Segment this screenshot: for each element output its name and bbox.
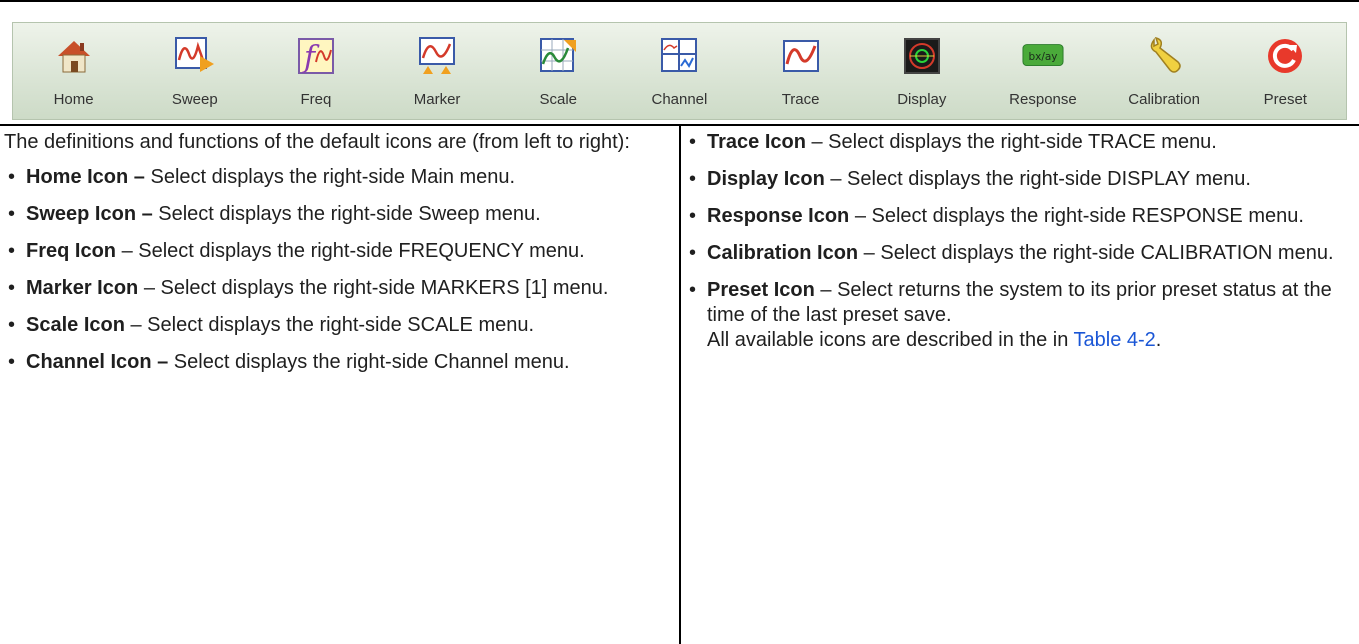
description: – Select displays the right-side RESPONS… <box>849 205 1304 227</box>
bullet: • <box>689 168 697 190</box>
term: Channel Icon – <box>26 351 169 373</box>
sweep-icon <box>174 35 216 77</box>
scale-button[interactable]: Scale <box>513 23 603 119</box>
display-icon <box>901 35 943 77</box>
bullet: • <box>8 314 16 336</box>
channel-icon <box>658 35 700 77</box>
term: Sweep Icon – <box>26 203 153 225</box>
sweep-label: Sweep <box>171 91 218 108</box>
channel-label: Channel <box>651 91 708 108</box>
icon-toolbar: Home Sweep f Freq Marker Scale Channel T… <box>12 22 1347 120</box>
column-divider <box>679 126 681 644</box>
bullet: • <box>8 166 16 188</box>
list-item: • Marker Icon – Select displays the right… <box>4 276 672 301</box>
display-label: Display <box>897 91 947 108</box>
calibration-icon <box>1143 35 1185 77</box>
display-button[interactable]: Display <box>877 23 967 119</box>
table-4-2-link[interactable]: Table 4-2 <box>1074 329 1156 351</box>
term: Display Icon <box>707 168 825 190</box>
bullet: • <box>8 351 16 373</box>
response-icon: bx/ay <box>1022 35 1064 77</box>
term: Trace Icon <box>707 131 806 153</box>
marker-label: Marker <box>413 91 461 108</box>
term: Scale Icon <box>26 314 125 336</box>
list-item: • Freq Icon – Select displays the right-s… <box>4 239 672 264</box>
term: Freq Icon <box>26 240 117 262</box>
list-item: • Home Icon – Select displays the right-s… <box>4 165 672 190</box>
marker-button[interactable]: Marker <box>392 23 482 119</box>
calibration-label: Calibration <box>1128 91 1200 108</box>
description: Select displays the right-side Main menu… <box>144 166 516 188</box>
bullet: • <box>8 277 16 299</box>
term: Marker Icon <box>26 277 139 299</box>
intro-text: The definitions and functions of the def… <box>4 131 630 153</box>
description: Select displays the right-side Sweep men… <box>152 203 541 225</box>
description: Select displays the right-side Channel m… <box>168 351 570 373</box>
preset-icon <box>1264 35 1306 77</box>
description: – Select displays the right-side TRACE m… <box>805 131 1217 153</box>
response-label: Response <box>1009 91 1077 108</box>
channel-button[interactable]: Channel <box>634 23 724 119</box>
trace-icon <box>780 35 822 77</box>
top-rule <box>0 0 1359 2</box>
right-column: • Trace Icon – Select displays the right-… <box>683 130 1355 353</box>
freq-button[interactable]: f Freq <box>271 23 361 119</box>
list-item: • Sweep Icon – Select displays the right-… <box>4 202 672 227</box>
list-item: • Preset Icon – Select returns the system… <box>683 278 1355 353</box>
home-icon <box>53 35 95 77</box>
trace-button[interactable]: Trace <box>756 23 846 119</box>
calibration-button[interactable]: Calibration <box>1119 23 1209 119</box>
list-item: • Channel Icon – Select displays the righ… <box>4 350 672 375</box>
sweep-button[interactable]: Sweep <box>150 23 240 119</box>
bullet: • <box>689 205 697 227</box>
preset-label: Preset <box>1263 91 1307 108</box>
note-text: All available icons are described in the… <box>707 329 1074 351</box>
description: – Select displays the right-side DISPLAY… <box>824 168 1251 190</box>
freq-icon: f <box>295 35 337 77</box>
scale-icon <box>537 35 579 77</box>
bullet: • <box>8 203 16 225</box>
bullet: • <box>8 240 16 262</box>
description: – Select displays the right-side SCALE m… <box>124 314 535 336</box>
list-item: • Calibration Icon – Select displays the … <box>683 241 1355 266</box>
note-end: . <box>1155 329 1162 351</box>
list-item: • Scale Icon – Select displays the right-… <box>4 313 672 338</box>
toolbar-figure: Home Sweep f Freq Marker Scale Channel T… <box>0 22 1359 122</box>
freq-label: Freq <box>300 91 332 108</box>
home-button[interactable]: Home <box>29 23 119 119</box>
description: – Select displays the right-side CALIBRA… <box>858 242 1334 264</box>
home-label: Home <box>53 91 94 108</box>
description: – Select displays the right-side FREQUEN… <box>116 240 585 262</box>
scale-label: Scale <box>539 91 578 108</box>
list-item: • Response Icon – Select displays the rig… <box>683 204 1355 229</box>
bullet: • <box>689 279 697 301</box>
term: Calibration Icon <box>707 242 859 264</box>
svg-text:bx/ay: bx/ay <box>1028 51 1057 63</box>
marker-icon <box>416 35 458 77</box>
bullet: • <box>689 242 697 264</box>
term: Response Icon <box>707 205 850 227</box>
bullet: • <box>689 131 697 153</box>
description: – Select displays the right-side MARKERS… <box>138 277 609 299</box>
list-item: • Trace Icon – Select displays the right-… <box>683 130 1355 155</box>
term: Preset Icon <box>707 279 815 301</box>
trace-label: Trace <box>781 91 820 108</box>
definitions-table: The definitions and functions of the def… <box>0 124 1359 644</box>
term: Home Icon – <box>26 166 145 188</box>
response-button[interactable]: bx/ay Response <box>998 23 1088 119</box>
left-column: The definitions and functions of the def… <box>4 130 672 387</box>
preset-button[interactable]: Preset <box>1240 23 1330 119</box>
list-item: • Display Icon – Select displays the righ… <box>683 167 1355 192</box>
